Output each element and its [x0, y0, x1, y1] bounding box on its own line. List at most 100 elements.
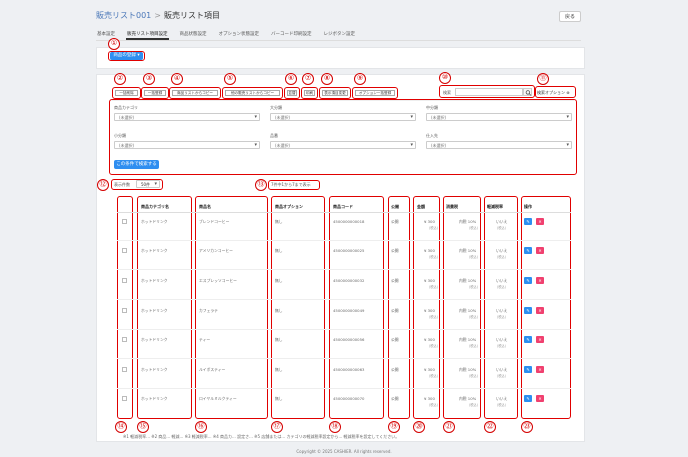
- marker-box-10: [439, 85, 535, 98]
- row-reduced-sub: (税込): [497, 255, 506, 259]
- row-category: ホットドリンク: [141, 219, 168, 224]
- filter-supplier-label: 仕入先: [426, 133, 438, 138]
- filter-category-select[interactable]: (未選択): [114, 113, 260, 121]
- row-name: カフェラテ: [199, 308, 218, 313]
- row-name: ロイヤルミルクティー: [199, 396, 237, 401]
- edit-button[interactable]: ✎: [524, 218, 532, 225]
- filter-item-number-select[interactable]: (未選択): [270, 141, 416, 149]
- breadcrumb: 販売リスト001 > 販売リスト項目: [96, 10, 581, 21]
- row-code: 4500000000056: [333, 337, 365, 342]
- marker-3: ③: [143, 73, 155, 85]
- row-category: ホットドリンク: [141, 337, 168, 342]
- th-tax: 消費税: [446, 204, 458, 209]
- footnote: ※1 軽減税率... ※2 商品... 軽減... ※3 軽減税率... ※4 …: [123, 434, 400, 439]
- edit-button[interactable]: ✎: [524, 307, 532, 314]
- filter-minor-select[interactable]: (未選択): [114, 141, 260, 149]
- row-public: 公開: [391, 308, 399, 313]
- row-price: ¥ 300: [424, 396, 435, 401]
- row-price: ¥ 300: [424, 248, 435, 253]
- marker-box-9: [352, 87, 398, 99]
- row-category: ホットドリンク: [141, 367, 168, 372]
- tab-sales-list-items[interactable]: 販売リスト項目設定: [126, 31, 169, 40]
- marker-box-5: [222, 87, 283, 99]
- th-reduced: 軽減税率: [487, 204, 503, 209]
- delete-button[interactable]: ✕: [536, 277, 544, 284]
- filter-minor-label: 小分類: [114, 133, 126, 138]
- row-code: 4500000000018: [333, 219, 365, 224]
- row-name: ティー: [199, 337, 211, 342]
- delete-button[interactable]: ✕: [536, 366, 544, 373]
- delete-icon: ✕: [538, 308, 542, 313]
- row-checkbox[interactable]: [122, 278, 127, 283]
- marker-10: ⑩: [439, 72, 451, 84]
- row-code: 4500000000032: [333, 278, 365, 283]
- marker-box-7: [301, 87, 318, 99]
- row-name: ルイボスティー: [199, 367, 226, 372]
- marker-box-2: [112, 87, 141, 99]
- edit-button[interactable]: ✎: [524, 336, 532, 343]
- marker-20: ⑳: [413, 421, 425, 433]
- tab-register-button[interactable]: レジボタン設定: [323, 31, 357, 40]
- delete-icon: ✕: [538, 367, 542, 372]
- row-divider: [117, 269, 571, 270]
- delete-button[interactable]: ✕: [536, 307, 544, 314]
- filter-major-select[interactable]: (未選択): [270, 113, 416, 121]
- marker-box-3: [141, 87, 169, 99]
- delete-button[interactable]: ✕: [536, 395, 544, 402]
- marker-box-6: [284, 87, 300, 99]
- row-checkbox[interactable]: [122, 308, 127, 313]
- row-public: 公開: [391, 278, 399, 283]
- filter-mid-label: 中分類: [426, 105, 438, 110]
- row-checkbox[interactable]: [122, 219, 127, 224]
- edit-icon: ✎: [526, 248, 530, 253]
- filter-item-number-label: 品番: [270, 133, 278, 138]
- row-public: 公開: [391, 219, 399, 224]
- th-name: 商品名: [199, 204, 211, 209]
- marker-5: ⑤: [224, 73, 236, 85]
- delete-icon: ✕: [538, 248, 542, 253]
- row-checkbox[interactable]: [122, 396, 127, 401]
- marker-21: ㉑: [443, 421, 455, 433]
- edit-icon: ✎: [526, 308, 530, 313]
- row-checkbox[interactable]: [122, 248, 127, 253]
- page-size-label: 表示件数: [114, 182, 130, 187]
- row-option: 無し: [275, 278, 283, 283]
- row-divider: [117, 329, 571, 330]
- marker-4: ④: [171, 73, 183, 85]
- edit-icon: ✎: [526, 396, 530, 401]
- delete-button[interactable]: ✕: [536, 336, 544, 343]
- breadcrumb-parent[interactable]: 販売リスト001: [96, 10, 151, 21]
- tab-option-status[interactable]: オプション状態設定: [218, 31, 261, 40]
- edit-button[interactable]: ✎: [524, 277, 532, 284]
- edit-button[interactable]: ✎: [524, 366, 532, 373]
- tab-barcode-print[interactable]: バーコード印刷設定: [270, 31, 313, 40]
- row-option: 無し: [275, 337, 283, 342]
- edit-button[interactable]: ✎: [524, 395, 532, 402]
- page: 販売リスト001 > 販売リスト項目 戻る 基本設定 販売リスト項目設定 商品状…: [0, 0, 688, 457]
- edit-icon: ✎: [526, 278, 530, 283]
- edit-button[interactable]: ✎: [524, 247, 532, 254]
- delete-button[interactable]: ✕: [536, 218, 544, 225]
- page-size-select[interactable]: 50件: [136, 180, 160, 188]
- header: 販売リスト001 > 販売リスト項目 戻る: [96, 10, 581, 26]
- delete-button[interactable]: ✕: [536, 247, 544, 254]
- marker-19: ⑲: [388, 421, 400, 433]
- row-checkbox[interactable]: [122, 337, 127, 342]
- row-code: 4500000000063: [333, 367, 365, 372]
- row-price-tax: (税込): [429, 255, 438, 259]
- tab-product-status[interactable]: 商品状態設定: [179, 31, 208, 40]
- marker-17: ⑰: [271, 421, 283, 433]
- row-category: ホットドリンク: [141, 396, 168, 401]
- filter-supplier-select[interactable]: (未選択): [426, 141, 572, 149]
- row-reduced-sub: (税込): [497, 374, 506, 378]
- filter-category-label: 商品カテゴリ: [114, 105, 138, 110]
- row-public: 公開: [391, 337, 399, 342]
- filter-mid-select[interactable]: (未選択): [426, 113, 572, 121]
- filter-search-button[interactable]: この条件で検索する: [114, 160, 159, 169]
- th-code: 商品コード: [333, 204, 353, 209]
- filter-panel-box: [109, 99, 577, 175]
- back-button[interactable]: 戻る: [559, 11, 581, 22]
- row-checkbox[interactable]: [122, 367, 127, 372]
- row-code: 4500000000025: [333, 248, 365, 253]
- row-reduced-sub: (税込): [497, 344, 506, 348]
